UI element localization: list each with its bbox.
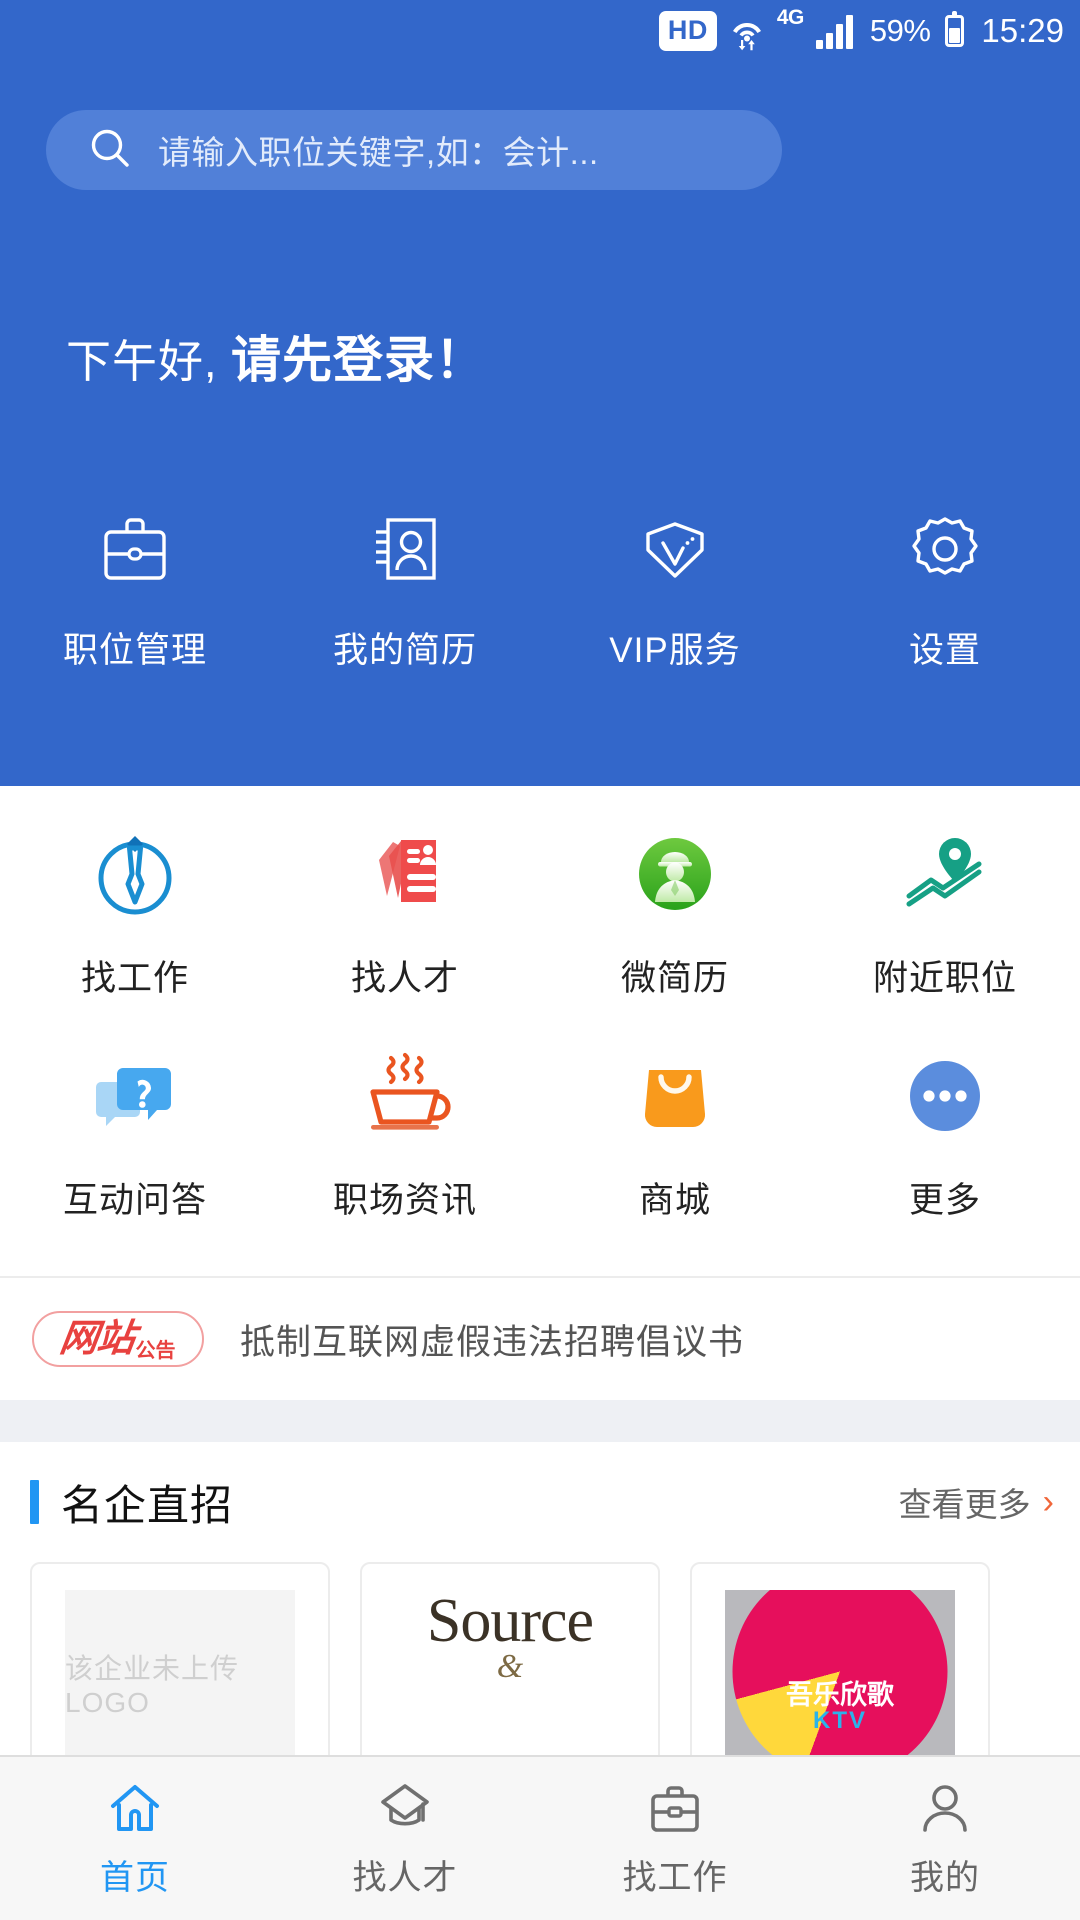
grid-item-qa[interactable]: 互动问答 xyxy=(0,1042,270,1264)
home-icon xyxy=(105,1778,165,1838)
section-title: 名企直招 xyxy=(61,1481,234,1529)
grid-item-label: 职场资讯 xyxy=(332,1181,477,1220)
gear-icon xyxy=(906,510,984,588)
badge-sub-text: 公告 xyxy=(135,1340,176,1362)
hero-quick-nav: 职位管理 我的简历 VIP服务 设置 xyxy=(0,510,1080,673)
website-announcement-badge: 网站 公告 xyxy=(32,1311,204,1367)
featured-section-header: 名企直招 查看更多 › xyxy=(0,1442,1080,1562)
grid-item-label: 商城 xyxy=(638,1181,711,1220)
resume-cards-icon xyxy=(353,820,457,928)
network-type-label: 4G xyxy=(776,6,805,29)
chat-question-icon xyxy=(83,1042,187,1150)
grid-item-career-news[interactable]: 职场资讯 xyxy=(270,1042,540,1264)
graduation-cap-icon xyxy=(375,1778,435,1838)
hero-nav-label: 我的简历 xyxy=(332,631,477,670)
login-prompt[interactable]: 请先登录！ xyxy=(231,332,486,388)
search-icon xyxy=(88,126,132,175)
company-logo-line1: Source xyxy=(426,1587,594,1655)
ktv-logo-line1: 吾乐欣歌 xyxy=(786,1680,894,1710)
grid-item-find-talent[interactable]: 找人才 xyxy=(270,820,540,1042)
ktv-logo-line2: KTV xyxy=(813,1707,867,1734)
tab-label: 找人才 xyxy=(352,1859,458,1897)
diamond-vip-icon xyxy=(636,510,714,588)
briefcase-icon xyxy=(96,510,174,588)
grid-item-micro-resume[interactable]: 微简历 xyxy=(540,820,810,1042)
ellipsis-circle-icon xyxy=(893,1042,997,1150)
search-placeholder: 请输入职位关键字,如：会计... xyxy=(158,134,599,171)
company-card-list[interactable]: 该企业未上传LOGO Source & 吾乐欣歌 KTV xyxy=(0,1562,1080,1772)
grid-item-label: 微简历 xyxy=(620,959,729,998)
announcement-banner[interactable]: 网站 公告 抵制互联网虚假违法招聘倡议书 xyxy=(0,1276,1080,1400)
grid-item-nearby-jobs[interactable]: 附近职位 xyxy=(810,820,1080,1042)
signal-bars-icon xyxy=(815,13,857,49)
grid-item-label: 附近职位 xyxy=(872,959,1017,998)
grid-item-label: 找工作 xyxy=(80,959,189,998)
app-root: HD 4G 59% 15:29 请输入职位关键字,如：会计... 下午好, 请先… xyxy=(0,0,1080,1920)
bottom-tab-bar: 首页 找人才 找工作 我的 xyxy=(0,1755,1080,1920)
company-logo-line2: & xyxy=(496,1648,524,1685)
grid-item-label: 更多 xyxy=(908,1181,981,1220)
status-bar: HD 4G 59% 15:29 xyxy=(0,0,1080,62)
grid-item-find-job[interactable]: 找工作 xyxy=(0,820,270,1042)
tab-home[interactable]: 首页 xyxy=(0,1757,270,1920)
battery-percent-label: 59% xyxy=(869,13,931,48)
tab-mine[interactable]: 我的 xyxy=(810,1757,1080,1920)
shopping-bag-icon xyxy=(623,1042,727,1150)
grid-item-label: 找人才 xyxy=(350,959,459,998)
company-logo-ktv: 吾乐欣歌 KTV xyxy=(725,1590,955,1772)
hd-badge: HD xyxy=(658,11,717,51)
feature-grid: 找工作 找人才 微简历 附近职位 互动问答 职场资讯 商城 更多 xyxy=(0,786,1080,1276)
company-logo-placeholder: 该企业未上传LOGO xyxy=(65,1590,295,1772)
company-card[interactable]: Source & xyxy=(360,1562,660,1772)
worker-avatar-icon xyxy=(623,820,727,928)
tab-find-job[interactable]: 找工作 xyxy=(540,1757,810,1920)
company-logo-source: Source & xyxy=(395,1590,625,1772)
hero-nav-label: 职位管理 xyxy=(62,631,207,670)
company-card[interactable]: 吾乐欣歌 KTV xyxy=(690,1562,990,1772)
company-card[interactable]: 该企业未上传LOGO xyxy=(30,1562,330,1772)
hero-nav-item-settings[interactable]: 设置 xyxy=(810,510,1080,673)
coffee-cup-icon xyxy=(353,1042,457,1150)
hero-nav-label: VIP服务 xyxy=(609,631,741,670)
section-separator xyxy=(0,1400,1080,1442)
tab-label: 找工作 xyxy=(622,1859,728,1897)
grid-item-label: 互动问答 xyxy=(62,1181,207,1220)
feature-grid-row-2: 互动问答 职场资讯 商城 更多 xyxy=(0,1042,1080,1264)
section-accent-bar xyxy=(30,1480,39,1524)
hero-header: HD 4G 59% 15:29 请输入职位关键字,如：会计... 下午好, 请先… xyxy=(0,0,1080,786)
feature-grid-row-1: 找工作 找人才 微简历 附近职位 xyxy=(0,820,1080,1042)
ktv-logo-text: 吾乐欣歌 KTV xyxy=(725,1682,955,1733)
chevron-right-icon: › xyxy=(1042,1483,1054,1521)
grid-item-more[interactable]: 更多 xyxy=(810,1042,1080,1264)
view-more-button[interactable]: 查看更多 › xyxy=(899,1478,1054,1526)
map-pin-icon xyxy=(893,820,997,928)
clock-label: 15:29 xyxy=(981,12,1064,49)
view-more-label: 查看更多 xyxy=(898,1486,1031,1523)
grid-item-mall[interactable]: 商城 xyxy=(540,1042,810,1264)
tab-label: 我的 xyxy=(910,1859,980,1897)
hero-nav-item-my-resume[interactable]: 我的简历 xyxy=(270,510,540,673)
tab-find-talent[interactable]: 找人才 xyxy=(270,1757,540,1920)
greeting-text: 下午好, 请先登录！ xyxy=(66,320,486,392)
briefcase-icon xyxy=(645,1778,705,1838)
badge-main-text: 网站 xyxy=(57,1318,138,1360)
hero-nav-label: 设置 xyxy=(908,631,981,670)
person-icon xyxy=(915,1778,975,1838)
necktie-circle-icon xyxy=(83,820,187,928)
search-input[interactable]: 请输入职位关键字,如：会计... xyxy=(46,110,782,190)
wifi-icon xyxy=(728,11,766,51)
battery-icon xyxy=(945,11,965,47)
announcement-text: 抵制互联网虚假违法招聘倡议书 xyxy=(240,1322,745,1362)
greeting-prefix: 下午好, xyxy=(66,336,232,387)
tab-label: 首页 xyxy=(100,1859,170,1897)
hero-nav-item-vip-service[interactable]: VIP服务 xyxy=(540,510,810,673)
hero-nav-item-job-management[interactable]: 职位管理 xyxy=(0,510,270,673)
id-card-icon xyxy=(366,510,444,588)
